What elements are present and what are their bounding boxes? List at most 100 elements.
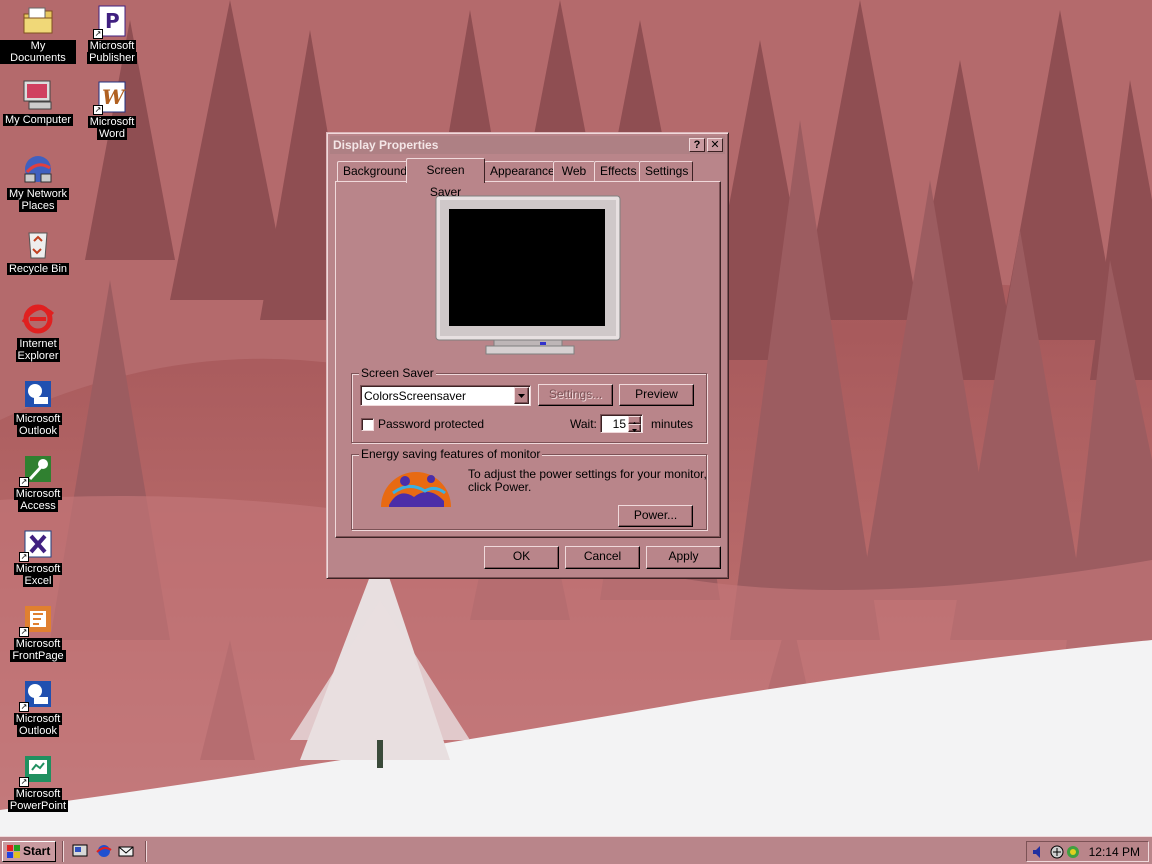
desktop-icon-label: My Computer	[2, 114, 74, 126]
my-documents-icon	[21, 4, 55, 38]
desktop-icon-access[interactable]: ↗ Microsoft Access	[0, 452, 76, 512]
windows-logo-icon	[7, 845, 20, 858]
powerpoint-icon: ↗	[19, 752, 55, 787]
excel-icon: ↗	[19, 527, 55, 562]
help-button[interactable]: ?	[689, 138, 705, 152]
desktop-icon-network-places[interactable]: My Network Places	[0, 152, 76, 212]
desktop-icon-label: Microsoft	[87, 116, 137, 128]
desktop-icon-recycle-bin[interactable]: Recycle Bin	[0, 227, 76, 275]
shortcut-arrow-icon: ↗	[19, 552, 29, 562]
password-checkbox[interactable]	[361, 418, 374, 431]
desktop-icon-label: Word	[96, 128, 128, 140]
access-icon: ↗	[19, 452, 55, 487]
dropdown-arrow-button[interactable]	[514, 387, 529, 404]
password-label: Password protected	[378, 417, 485, 431]
desktop-icon-my-documents[interactable]: My Documents	[0, 4, 76, 64]
spin-up-button[interactable]	[628, 416, 641, 425]
energy-star-icon	[381, 472, 451, 507]
desktop-icon-label: Microsoft	[13, 413, 63, 425]
shortcut-arrow-icon: ↗	[19, 627, 29, 637]
desktop-icon-publisher[interactable]: P ↗ Microsoft Publisher	[74, 4, 150, 64]
clock[interactable]: 12:14 PM	[1089, 845, 1140, 859]
network-places-icon	[21, 152, 55, 186]
energy-description-line1: To adjust the power settings for your mo…	[468, 467, 707, 481]
tab-appearance[interactable]: Appearance	[484, 161, 555, 182]
power-button[interactable]: Power...	[618, 505, 693, 527]
desktop-icon-label: Internet	[17, 338, 59, 350]
tab-web[interactable]: Web	[553, 161, 595, 182]
window-title: Display Properties	[333, 138, 439, 152]
start-button[interactable]: Start	[2, 841, 56, 862]
apply-button[interactable]: Apply	[646, 546, 721, 569]
desktop-icon-label: Recycle Bin	[6, 263, 70, 275]
internet-explorer-quicklaunch-icon[interactable]	[96, 843, 112, 859]
desktop-icon-label: Microsoft	[87, 40, 137, 52]
tab-background[interactable]: Background	[337, 161, 407, 182]
desktop-icon-word[interactable]: W ↗ Microsoft Word	[74, 80, 150, 140]
desktop-icon-label: Microsoft	[13, 488, 63, 500]
desktop-icon-label: Access	[18, 500, 58, 512]
chevron-down-icon	[632, 429, 637, 432]
screen-saver-panel: Screen Saver ColorsScreensaver Settings.…	[335, 181, 721, 538]
monitor-preview-icon	[435, 195, 621, 355]
desktop-icon-powerpoint[interactable]: ↗ Microsoft PowerPoint	[0, 752, 76, 812]
cancel-button[interactable]: Cancel	[565, 546, 640, 569]
energy-group: Energy saving features of monitor To adj…	[351, 447, 707, 530]
tab-effects[interactable]: Effects	[594, 161, 640, 182]
spin-down-button[interactable]	[628, 424, 641, 432]
wait-label: Wait:	[570, 417, 597, 431]
show-desktop-icon[interactable]	[72, 843, 88, 859]
screen-saver-select-value: ColorsScreensaver	[364, 389, 467, 403]
desktop-icon-my-computer[interactable]: My Computer	[0, 78, 76, 126]
desktop-icon-label: Outlook	[17, 425, 59, 437]
svg-text:P: P	[105, 9, 120, 33]
chevron-down-icon	[518, 394, 525, 398]
energy-description-line2: click Power.	[468, 480, 532, 494]
desktop-icon-excel[interactable]: ↗ Microsoft Excel	[0, 527, 76, 587]
desktop-icon-internet-explorer[interactable]: Internet Explorer	[0, 302, 76, 362]
desktop-icon-label: FrontPage	[10, 650, 66, 662]
frontpage-icon: ↗	[19, 602, 55, 637]
ok-button[interactable]: OK	[484, 546, 559, 569]
desktop-icon-outlook[interactable]: Microsoft Outlook	[0, 377, 76, 437]
desktop-icon-label: PowerPoint	[7, 800, 69, 812]
desktop-icon-label: Explorer	[15, 350, 61, 362]
publisher-icon: P ↗	[93, 4, 129, 39]
title-bar[interactable]: Display Properties ? ✕	[330, 136, 725, 154]
shortcut-arrow-icon: ↗	[93, 29, 103, 39]
desktop-icon-outlook[interactable]: ↗ Microsoft Outlook	[0, 677, 76, 737]
tab-screen-saver[interactable]: Screen Saver	[406, 158, 485, 199]
word-icon: W ↗	[93, 80, 129, 115]
screen-saver-group: Screen Saver ColorsScreensaver Settings.…	[351, 366, 707, 443]
wait-spinner[interactable]: 15	[600, 414, 643, 433]
screen-saver-select[interactable]: ColorsScreensaver	[360, 385, 531, 406]
outlook-icon	[21, 377, 55, 411]
desktop-icon-label: Microsoft	[13, 563, 63, 575]
wait-value[interactable]: 15	[613, 417, 626, 431]
outlook-express-quicklaunch-icon[interactable]	[118, 843, 134, 859]
close-button[interactable]: ✕	[707, 138, 723, 152]
volume-icon[interactable]	[1031, 844, 1045, 860]
desktop-icon-label: Excel	[22, 575, 54, 587]
outlook-icon: ↗	[19, 677, 55, 712]
quick-launch-divider	[62, 841, 64, 862]
settings-button[interactable]: Settings...	[538, 384, 613, 406]
preview-button[interactable]: Preview	[619, 384, 694, 406]
recycle-bin-icon	[21, 227, 55, 261]
network-tray-icon[interactable]	[1049, 844, 1065, 860]
svg-text:W: W	[102, 85, 127, 109]
start-label: Start	[23, 844, 51, 858]
tab-settings[interactable]: Settings	[639, 161, 693, 182]
wait-unit: minutes	[651, 417, 694, 431]
my-computer-icon	[21, 78, 55, 112]
shortcut-arrow-icon: ↗	[19, 702, 29, 712]
taskbar-divider	[145, 841, 147, 862]
desktop-icon-label: Places	[19, 200, 57, 212]
system-tray: 12:14 PM	[1026, 841, 1149, 862]
desktop-icon-frontpage[interactable]: ↗ Microsoft FrontPage	[0, 602, 76, 662]
desktop-icon-label: Publisher	[87, 52, 137, 64]
desktop-icon-label: Microsoft	[13, 638, 63, 650]
desktop-icon-label: Microsoft	[13, 713, 63, 725]
scheduler-tray-icon[interactable]	[1065, 844, 1081, 860]
internet-explorer-icon	[21, 302, 55, 336]
